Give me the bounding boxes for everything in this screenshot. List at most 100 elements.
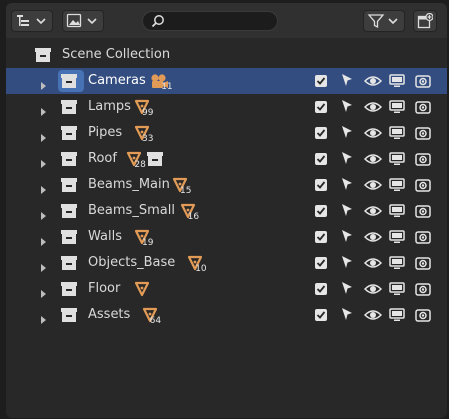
eye-icon[interactable]: [363, 281, 383, 300]
exclude-checkbox-icon[interactable]: [314, 281, 328, 300]
search-field[interactable]: [142, 11, 278, 31]
selectable-arrow-icon[interactable]: [340, 99, 354, 119]
eye-icon[interactable]: [363, 151, 383, 170]
collection-label[interactable]: Cameras: [88, 73, 146, 89]
selectable-arrow-icon[interactable]: [340, 255, 354, 275]
eye-icon[interactable]: [363, 177, 383, 196]
exclude-checkbox-icon[interactable]: [314, 151, 328, 170]
monitor-icon[interactable]: [389, 177, 405, 196]
expand-triangle-icon[interactable]: [40, 154, 48, 173]
camera-render-icon[interactable]: [415, 73, 431, 92]
eye-icon[interactable]: [363, 125, 383, 144]
collection-label[interactable]: Floor: [88, 281, 120, 297]
new-collection-icon: [417, 13, 433, 29]
monitor-icon[interactable]: [389, 281, 405, 300]
expand-triangle-icon[interactable]: [40, 102, 48, 121]
collection-row[interactable]: Walls 19: [6, 224, 447, 250]
child-count: 10: [195, 264, 207, 274]
eye-icon[interactable]: [363, 203, 383, 222]
expand-triangle-icon[interactable]: [40, 206, 48, 225]
expand-triangle-icon[interactable]: [40, 76, 48, 95]
collection-row[interactable]: Beams_Main 15: [6, 172, 447, 198]
exclude-checkbox-icon[interactable]: [314, 203, 328, 222]
outliner-header: [6, 3, 447, 38]
child-count: 64: [149, 316, 162, 326]
exclude-checkbox-icon[interactable]: [314, 229, 328, 248]
collection-row[interactable]: Lamps 99: [6, 94, 447, 120]
camera-render-icon[interactable]: [415, 177, 431, 196]
collection-icon: [35, 48, 51, 62]
expand-triangle-icon[interactable]: [40, 180, 48, 199]
filter-view-dropdown[interactable]: [62, 10, 104, 32]
exclude-checkbox-icon[interactable]: [314, 177, 328, 196]
exclude-checkbox-icon[interactable]: [314, 307, 328, 326]
collection-label[interactable]: Pipes: [88, 125, 122, 141]
monitor-icon[interactable]: [389, 255, 405, 274]
collection-label[interactable]: Lamps: [88, 99, 131, 115]
exclude-checkbox-icon[interactable]: [314, 99, 328, 118]
child-count: 15: [180, 186, 192, 196]
collection-row[interactable]: Pipes 33: [6, 120, 447, 146]
selectable-arrow-icon[interactable]: [340, 151, 354, 171]
scene-collection-row[interactable]: Scene Collection: [6, 42, 447, 68]
collection-label[interactable]: Walls: [88, 229, 122, 245]
camera-render-icon[interactable]: [415, 281, 431, 300]
collection-row[interactable]: Assets 64: [6, 302, 447, 328]
collection-icon: [60, 151, 78, 171]
expand-triangle-icon[interactable]: [40, 128, 48, 147]
outliner-view-icon: [17, 15, 46, 26]
monitor-icon[interactable]: [389, 73, 405, 92]
expand-triangle-icon[interactable]: [40, 258, 48, 277]
eye-icon[interactable]: [363, 229, 383, 248]
collection-row[interactable]: Roof 28: [6, 146, 447, 172]
selectable-arrow-icon[interactable]: [340, 307, 354, 327]
collection-label[interactable]: Roof: [88, 151, 117, 167]
camera-render-icon[interactable]: [415, 99, 431, 118]
monitor-icon[interactable]: [389, 151, 405, 170]
monitor-icon[interactable]: [389, 99, 405, 118]
new-collection-button[interactable]: [413, 10, 437, 32]
display-mode-dropdown[interactable]: [11, 10, 53, 32]
child-count: 33: [142, 134, 154, 144]
collection-row[interactable]: Floor: [6, 276, 447, 302]
selectable-arrow-icon[interactable]: [340, 177, 354, 197]
monitor-icon[interactable]: [389, 229, 405, 248]
search-input[interactable]: [169, 13, 269, 29]
eye-icon[interactable]: [363, 307, 383, 326]
collection-row[interactable]: Beams_Small 16: [6, 198, 447, 224]
collection-row[interactable]: Objects_Base 10: [6, 250, 447, 276]
eye-icon[interactable]: [363, 99, 383, 118]
eye-icon[interactable]: [363, 255, 383, 274]
collection-label[interactable]: Beams_Small: [88, 203, 175, 219]
mesh-icon[interactable]: [134, 281, 150, 301]
selectable-arrow-icon[interactable]: [340, 281, 354, 301]
collection-icon: [60, 281, 78, 301]
collection-row[interactable]: Cameras 11: [6, 68, 447, 94]
selectable-arrow-icon[interactable]: [340, 229, 354, 249]
selectable-arrow-icon[interactable]: [340, 73, 354, 93]
camera-render-icon[interactable]: [415, 151, 431, 170]
selectable-arrow-icon[interactable]: [340, 203, 354, 223]
collection-label[interactable]: Beams_Main: [88, 177, 170, 193]
camera-render-icon[interactable]: [415, 203, 431, 222]
collection-icon[interactable]: [146, 151, 164, 171]
monitor-icon[interactable]: [389, 125, 405, 144]
exclude-checkbox-icon[interactable]: [314, 125, 328, 144]
exclude-checkbox-icon[interactable]: [314, 255, 328, 274]
collection-label[interactable]: Objects_Base: [88, 255, 175, 271]
monitor-icon[interactable]: [389, 307, 405, 326]
collection-icon: [60, 125, 78, 145]
camera-render-icon[interactable]: [415, 255, 431, 274]
expand-triangle-icon[interactable]: [40, 284, 48, 303]
selectable-arrow-icon[interactable]: [340, 125, 354, 145]
monitor-icon[interactable]: [389, 203, 405, 222]
filter-dropdown[interactable]: [363, 10, 405, 32]
exclude-checkbox-icon[interactable]: [314, 73, 328, 92]
camera-render-icon[interactable]: [415, 229, 431, 248]
eye-icon[interactable]: [363, 73, 383, 92]
expand-triangle-icon[interactable]: [40, 310, 48, 329]
expand-triangle-icon[interactable]: [40, 232, 48, 251]
collection-label[interactable]: Assets: [88, 307, 130, 323]
camera-render-icon[interactable]: [415, 125, 431, 144]
camera-render-icon[interactable]: [415, 307, 431, 326]
